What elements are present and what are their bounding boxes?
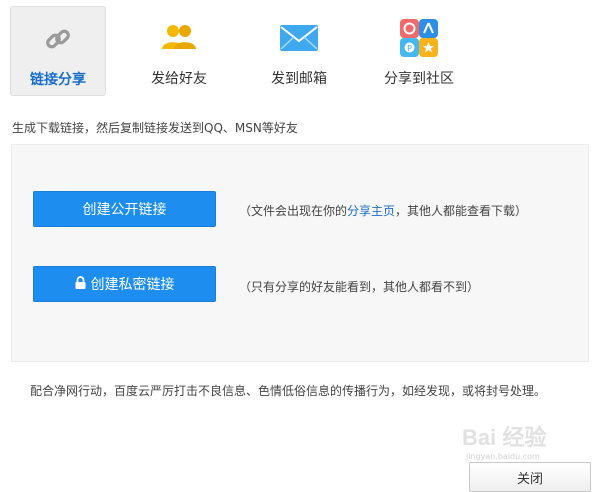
watermark-subtext: jingyan.baidu.com [466, 452, 540, 461]
mail-icon [279, 22, 319, 58]
tab-link-share[interactable]: 链接分享 [10, 6, 106, 96]
tab-label: 发给好友 [151, 71, 207, 87]
create-public-link-button[interactable]: 创建公开链接 [33, 191, 216, 227]
tab-send-mail[interactable]: 发到邮箱 [251, 6, 347, 96]
share-description: 生成下载链接，然后复制链接发送到QQ、MSN等好友 [12, 121, 298, 135]
public-link-note: （文件会出现在你的分享主页，其他人都能查看下载） [239, 202, 527, 219]
baidu-jingyan-watermark: Bai 经验 jingyan.baidu.com [462, 420, 602, 461]
tab-label: 发到邮箱 [271, 71, 327, 87]
tab-label: 链接分享 [30, 72, 86, 88]
note-text: （文件会出现在你的 [239, 204, 348, 218]
tab-send-friend[interactable]: 发给好友 [131, 6, 227, 96]
button-label: 创建私密链接 [90, 277, 175, 293]
tab-label: 分享到社区 [384, 71, 454, 87]
community-icon: P [399, 19, 439, 62]
share-tabs: 链接分享 发给好友 发到邮箱 P 分享到社区 [0, 0, 605, 100]
policy-notice: 配合净网行动，百度云严厉打击不良信息、色情低俗信息的传播行为，如经发现，或将封号… [30, 384, 547, 398]
lock-icon [75, 275, 86, 293]
close-button[interactable]: 关闭 [469, 462, 591, 492]
close-button-label: 关闭 [516, 471, 543, 487]
link-icon [42, 23, 74, 59]
note-text: ，其他人都能查看下载） [395, 204, 528, 218]
button-label: 创建公开链接 [82, 202, 167, 218]
svg-text:P: P [407, 44, 412, 53]
watermark-text: Bai 经验 [462, 425, 547, 450]
friends-icon [159, 22, 199, 58]
link-options-panel: 创建公开链接 （文件会出现在你的分享主页，其他人都能查看下载） 创建私密链接 （… [11, 144, 589, 362]
tab-share-community[interactable]: P 分享到社区 [371, 6, 467, 96]
share-homepage-link[interactable]: 分享主页 [347, 204, 395, 218]
private-link-note: （只有分享的好友能看到，其他人都看不到） [239, 280, 480, 294]
create-private-link-button[interactable]: 创建私密链接 [33, 266, 216, 302]
